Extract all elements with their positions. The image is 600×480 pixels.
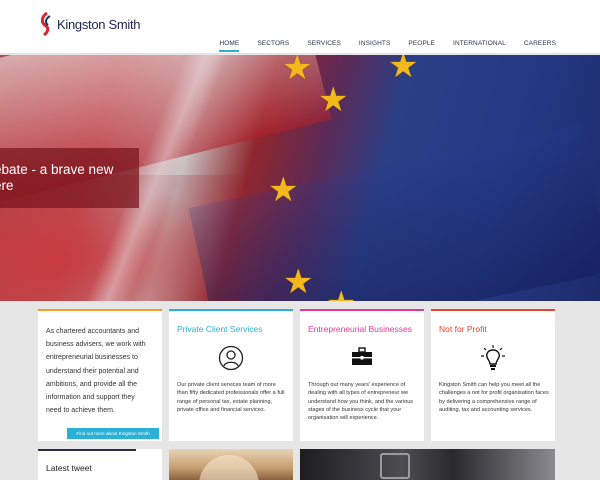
- latest-tweet-title: Latest tweet: [46, 463, 92, 473]
- intro-text: As chartered accountants and business ad…: [46, 328, 146, 415]
- site-header: Kingston Smith HOME SECTORS SERVICES INS…: [0, 0, 600, 54]
- nav-services[interactable]: SERVICES: [307, 39, 341, 48]
- hero-banner[interactable]: ★ ★ ★ ★ ★ ★ ebate - a brave new ere: [0, 55, 600, 301]
- card-accent-bar: [431, 309, 555, 311]
- latest-tweet-panel: Latest tweet: [38, 449, 162, 480]
- not-for-profit-card[interactable]: Not for Profit Kingston Smith can help y…: [431, 309, 555, 441]
- card-title[interactable]: Entrepreneurial Businesses: [308, 324, 412, 334]
- nav-insights[interactable]: INSIGHTS: [359, 39, 391, 48]
- card-text: Through our many years' experience of de…: [308, 382, 414, 422]
- eu-star-icon: ★: [318, 81, 349, 119]
- card-text: Our private client services team of more…: [177, 382, 285, 413]
- hero-caption[interactable]: ebate - a brave new ere: [0, 148, 139, 208]
- nav-people[interactable]: PEOPLE: [408, 39, 435, 48]
- eu-star-icon: ★: [268, 171, 299, 209]
- eu-star-icon: ★: [326, 287, 356, 301]
- nav-home[interactable]: HOME: [219, 39, 240, 52]
- eu-star-icon: ★: [388, 55, 419, 85]
- hero-caption-line: ebate - a brave new: [0, 162, 114, 177]
- logo-mark-icon: [40, 12, 51, 36]
- nav-international[interactable]: INTERNATIONAL: [453, 39, 506, 48]
- card-title[interactable]: Private Client Services: [177, 324, 263, 334]
- hero-flag-eu: [188, 125, 600, 301]
- intro-card: As chartered accountants and business ad…: [38, 309, 162, 441]
- feature-photo-calculator[interactable]: [300, 449, 555, 480]
- card-title[interactable]: Not for Profit: [439, 324, 487, 334]
- private-client-card[interactable]: Private Client Services Our private clie…: [169, 309, 293, 441]
- card-accent-bar: [38, 449, 136, 451]
- logo-text: Kingston Smith: [57, 16, 141, 32]
- main-nav: HOME SECTORS SERVICES INSIGHTS PEOPLE IN…: [201, 39, 556, 52]
- lightbulb-icon: [480, 345, 506, 378]
- card-accent-bar: [300, 309, 424, 311]
- card-accent-bar: [169, 309, 293, 311]
- feature-photo[interactable]: [169, 449, 293, 480]
- nav-careers[interactable]: CAREERS: [524, 39, 556, 48]
- entrepreneurial-card[interactable]: Entrepreneurial Businesses Through our m…: [300, 309, 424, 441]
- card-accent-bar: [38, 309, 162, 311]
- eu-star-icon: ★: [283, 263, 314, 301]
- find-out-more-button[interactable]: Find out more about Kingston Smith: [67, 428, 159, 439]
- eu-star-icon: ★: [282, 55, 313, 87]
- nav-sectors[interactable]: SECTORS: [257, 39, 289, 48]
- person-icon: [218, 345, 244, 376]
- card-text: Kingston Smith can help you meet all the…: [439, 382, 549, 413]
- hero-caption-line: ere: [0, 178, 14, 193]
- kingston-smith-logo[interactable]: Kingston Smith: [39, 12, 141, 36]
- briefcase-icon: [350, 345, 374, 372]
